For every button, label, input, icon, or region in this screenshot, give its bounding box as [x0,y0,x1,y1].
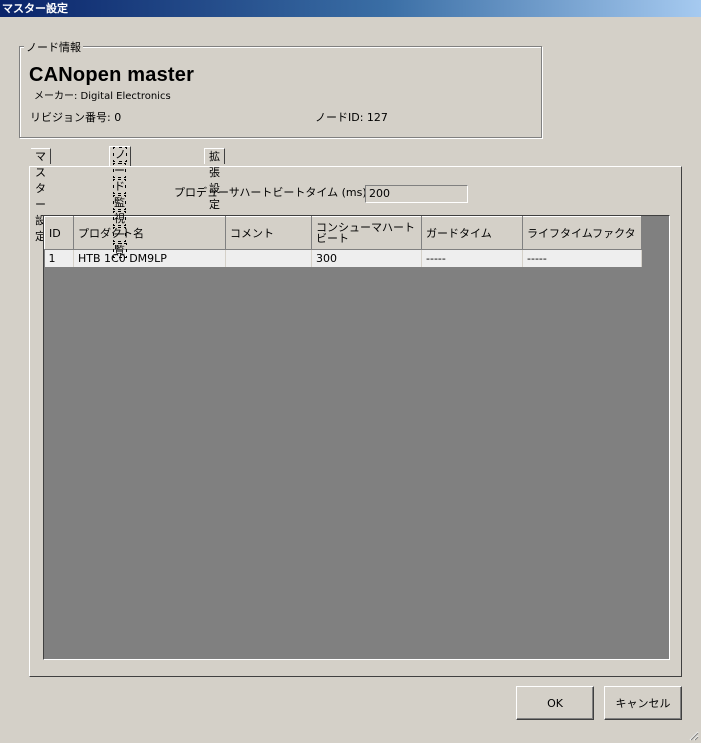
maker-label: メーカー: Digital Electronics [34,91,171,102]
cell-guard-time[interactable]: ----- [421,249,523,268]
column-header-comment[interactable]: コメント [225,216,312,250]
column-header-lifetime-factor[interactable]: ライフタイムファクタ [522,216,642,250]
node-id-label: ノードID: 127 [315,111,388,124]
window-title: マスター設定 [0,0,701,17]
column-header-id[interactable]: ID [44,216,74,250]
ok-button[interactable]: OK [516,686,594,720]
tab-master-settings[interactable]: マスター設定 [31,148,51,243]
producer-heartbeat-label: プロデューサハートビートタイム (ms) [174,186,367,199]
column-header-consumer-heartbeat[interactable]: コンシューマハートビート [311,216,422,250]
node-info-legend: ノード情報 [24,39,83,55]
revision-label: リビジョン番号: 0 [30,111,122,124]
tab-label: ノード監視一覧 [113,147,127,258]
node-name: CANopen master [29,64,195,86]
cell-comment[interactable] [225,249,312,268]
tab-node-monitoring[interactable]: ノード監視一覧 [109,146,131,258]
tab-label: 拡張設定 [209,150,220,211]
table-header-row: ID プロダクト名 コメント コンシューマハートビート ガードタイム ライフタイ… [44,216,642,250]
cancel-button[interactable]: キャンセル [604,686,682,720]
column-header-product-name[interactable]: プロダクト名 [73,216,226,250]
cell-id[interactable]: 1 [44,249,74,268]
column-header-guard-time[interactable]: ガードタイム [421,216,523,250]
tab-extended-settings[interactable]: 拡張設定 [204,148,225,211]
producer-heartbeat-input[interactable]: 200 [365,185,468,203]
master-settings-dialog: マスター設定 ノード情報 CANopen master メーカー: Digita… [0,0,701,743]
node-monitor-table: ID プロダクト名 コメント コンシューマハートビート ガードタイム ライフタイ… [43,215,670,660]
cell-lifetime-factor[interactable]: ----- [522,249,642,268]
table-row[interactable]: 1 HTB 1C0 DM9LP 300 ----- ----- [44,249,642,268]
cell-product-name[interactable]: HTB 1C0 DM9LP [73,249,226,268]
cell-consumer-heartbeat[interactable]: 300 [311,249,422,268]
resize-grip-icon[interactable] [687,729,699,741]
